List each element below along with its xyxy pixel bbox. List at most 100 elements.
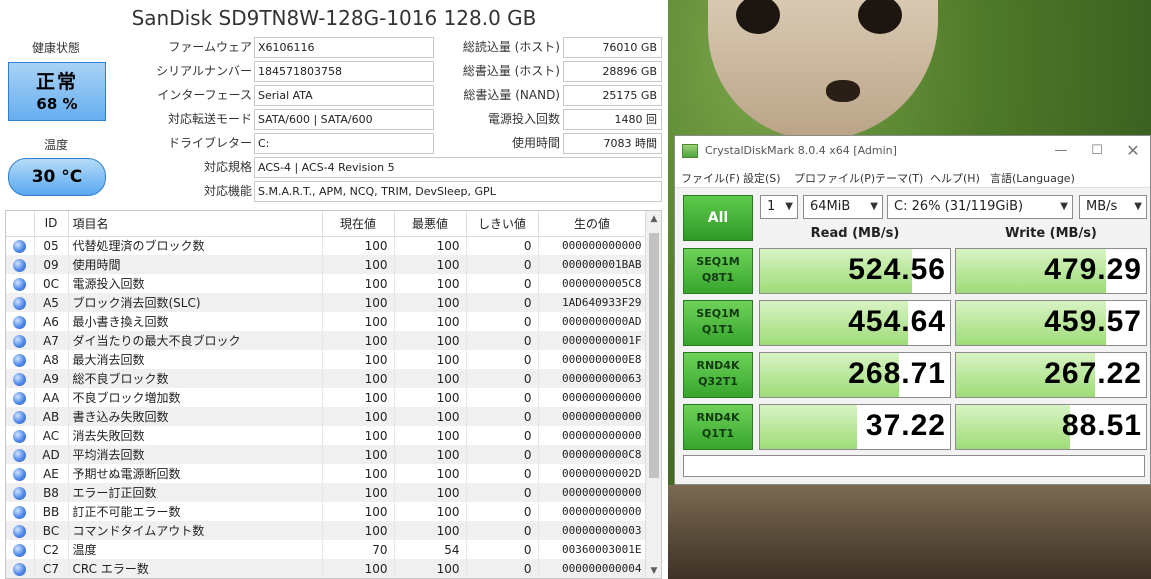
- smart-attribute-table[interactable]: ID 項目名 現在値 最悪値 しきい値 生の値 05 代替処理済のブロック数 100…: [5, 210, 662, 579]
- cdm-titlebar[interactable]: CrystalDiskMark 8.0.4 x64 [Admin] — ☐ ✕: [675, 136, 1150, 166]
- table-row[interactable]: AB 書き込み失敗回数 100 100 0 000000000000: [6, 407, 647, 426]
- attr-current: 100: [322, 426, 395, 445]
- table-row[interactable]: A9 総不良ブロック数 100 100 0 000000000063: [6, 369, 647, 388]
- test-button[interactable]: RND4K Q1T1: [683, 404, 753, 450]
- table-row[interactable]: C2 温度 70 54 0 00360003001E: [6, 540, 647, 559]
- status-cell: [6, 388, 35, 407]
- status-dot-icon: [13, 524, 27, 538]
- menu-language[interactable]: 言語(Language): [990, 170, 1075, 186]
- test-button[interactable]: SEQ1M Q8T1: [683, 248, 753, 294]
- attr-name: 消去失敗回数: [68, 426, 323, 445]
- write-speed-value: 88.51: [1061, 409, 1142, 442]
- table-row[interactable]: AC 消去失敗回数 100 100 0 000000000000: [6, 426, 647, 445]
- scroll-down-icon[interactable]: ▼: [646, 566, 661, 576]
- meerkat-eye: [858, 0, 902, 34]
- status-dot-icon: [13, 429, 27, 443]
- header-current[interactable]: 現在値: [322, 211, 395, 237]
- header-raw[interactable]: 生の値: [538, 211, 647, 237]
- drive-select-value: C: 26% (31/119GiB): [894, 199, 1024, 214]
- menu-file[interactable]: ファイル(F): [681, 170, 740, 186]
- test-count-select[interactable]: 1 ▼: [760, 195, 798, 219]
- power-hours-value: 7083 時間: [563, 133, 662, 154]
- attr-name: ダイ当たりの最大不良ブロック: [68, 331, 323, 350]
- attr-current: 100: [322, 521, 395, 540]
- unit-select[interactable]: MB/s ▼: [1079, 195, 1147, 219]
- table-row[interactable]: A5 ブロック消去回数(SLC) 100 100 0 1AD640933F29: [6, 293, 647, 312]
- status-dot-icon: [13, 467, 27, 481]
- table-row[interactable]: BC コマンドタイムアウト数 100 100 0 000000000003: [6, 521, 647, 540]
- test-size-select[interactable]: 64MiB ▼: [803, 195, 883, 219]
- comment-field[interactable]: [683, 455, 1145, 477]
- attr-id: AE: [34, 464, 69, 483]
- run-all-button[interactable]: All: [683, 195, 753, 241]
- attr-id: AB: [34, 407, 69, 426]
- drive-select[interactable]: C: 26% (31/119GiB) ▼: [887, 195, 1073, 219]
- power-count-value: 1480 回: [563, 109, 662, 130]
- attr-name: 最小書き換え回数: [68, 312, 323, 331]
- write-speed-value: 267.22: [1044, 357, 1142, 390]
- table-row[interactable]: AA 不良ブロック増加数 100 100 0 000000000000: [6, 388, 647, 407]
- read-speed-value: 454.64: [848, 305, 946, 338]
- attr-current: 100: [322, 350, 395, 369]
- attr-name: 訂正不可能エラー数: [68, 502, 323, 521]
- read-result-box: 524.56: [759, 248, 951, 294]
- status-cell: [6, 407, 35, 426]
- attr-worst: 100: [394, 274, 467, 293]
- header-threshold[interactable]: しきい値: [466, 211, 539, 237]
- header-worst[interactable]: 最悪値: [394, 211, 467, 237]
- attr-raw: 000000000000: [538, 502, 647, 521]
- status-dot-icon: [13, 258, 27, 272]
- table-row[interactable]: B8 エラー訂正回数 100 100 0 000000000000: [6, 483, 647, 502]
- status-dot-icon: [13, 505, 27, 519]
- attr-id: AD: [34, 445, 69, 464]
- header-id[interactable]: ID: [34, 211, 69, 237]
- temperature-value[interactable]: 30 °C: [8, 158, 106, 196]
- features-value: S.M.A.R.T., APM, NCQ, TRIM, DevSleep, GP…: [254, 181, 662, 202]
- maximize-icon[interactable]: ☐: [1079, 136, 1115, 166]
- scroll-up-icon[interactable]: ▲: [646, 214, 661, 224]
- drive-letter-label: ドライブレター: [167, 136, 252, 150]
- disk-title: SanDisk SD9TN8W-128G-1016 128.0 GB: [131, 6, 537, 30]
- table-row[interactable]: BB 訂正不可能エラー数 100 100 0 000000000000: [6, 502, 647, 521]
- table-row[interactable]: A7 ダイ当たりの最大不良ブロック 100 100 0 00000000001F: [6, 331, 647, 350]
- close-icon[interactable]: ✕: [1115, 136, 1151, 166]
- attr-id: A5: [34, 293, 69, 312]
- temperature-label: 温度: [43, 138, 68, 152]
- table-row[interactable]: AE 予期せぬ電源断回数 100 100 0 00000000002D: [6, 464, 647, 483]
- test-button[interactable]: SEQ1M Q1T1: [683, 300, 753, 346]
- attr-name: 不良ブロック増加数: [68, 388, 323, 407]
- table-row[interactable]: 09 使用時間 100 100 0 000000001BAB: [6, 255, 647, 274]
- attr-worst: 100: [394, 464, 467, 483]
- table-row[interactable]: A6 最小書き換え回数 100 100 0 0000000000AD: [6, 312, 647, 331]
- app-icon: [682, 144, 698, 158]
- menu-settings[interactable]: 設定(S): [743, 170, 781, 186]
- attr-threshold: 0: [466, 407, 539, 426]
- crystaldiskinfo-window: SanDisk SD9TN8W-128G-1016 128.0 GB 健康状態 …: [0, 0, 668, 579]
- interface-value: Serial ATA: [254, 85, 434, 106]
- transfer-mode-label: 対応転送モード: [167, 112, 252, 126]
- table-row[interactable]: C7 CRC エラー数 100 100 0 000000000004: [6, 559, 647, 578]
- table-row[interactable]: 0C 電源投入回数 100 100 0 0000000005C8: [6, 274, 647, 293]
- menu-help[interactable]: ヘルプ(H): [930, 170, 980, 186]
- table-row[interactable]: AD 平均消去回数 100 100 0 0000000000C8: [6, 445, 647, 464]
- attr-raw: 000000000063: [538, 369, 647, 388]
- menu-theme[interactable]: テーマ(T): [875, 170, 923, 186]
- test-button[interactable]: RND4K Q32T1: [683, 352, 753, 398]
- menu-profile[interactable]: プロファイル(P): [794, 170, 875, 186]
- attr-worst: 100: [394, 483, 467, 502]
- table-header-row: ID 項目名 現在値 最悪値 しきい値 生の値: [6, 211, 647, 237]
- table-row[interactable]: 05 代替処理済のブロック数 100 100 0 000000000000: [6, 236, 647, 255]
- attr-worst: 100: [394, 331, 467, 350]
- attribute-scrollbar[interactable]: ▲ ▼: [645, 211, 661, 578]
- status-dot-icon: [13, 334, 27, 348]
- minimize-icon[interactable]: —: [1043, 136, 1079, 166]
- power-count-label: 電源投入回数: [487, 112, 560, 126]
- header-status[interactable]: [6, 211, 35, 237]
- attr-worst: 100: [394, 559, 467, 578]
- read-result-box: 37.22: [759, 404, 951, 450]
- scrollbar-thumb[interactable]: [649, 233, 659, 478]
- status-cell: [6, 559, 35, 578]
- health-status-box[interactable]: 正常 68 %: [8, 62, 106, 121]
- header-name[interactable]: 項目名: [68, 211, 323, 237]
- table-row[interactable]: A8 最大消去回数 100 100 0 0000000000E8: [6, 350, 647, 369]
